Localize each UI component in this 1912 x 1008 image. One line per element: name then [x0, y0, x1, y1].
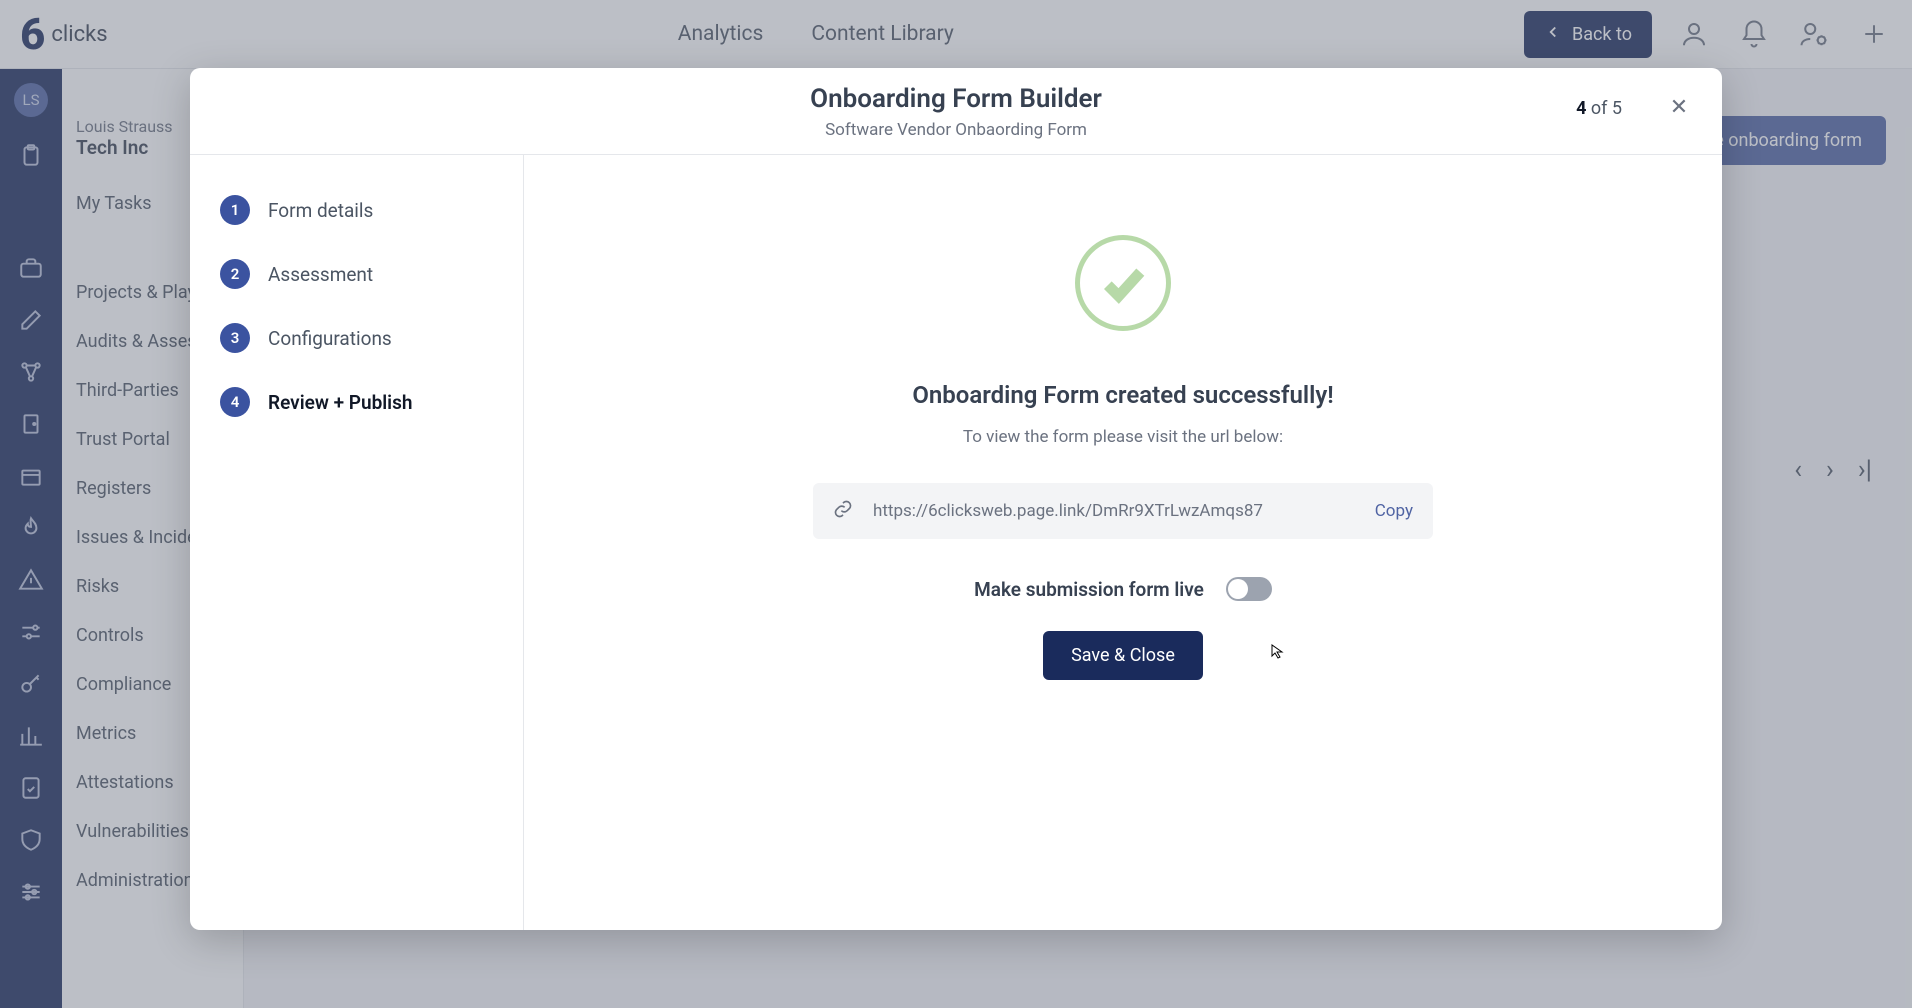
step-form-details[interactable]: 1 Form details	[220, 195, 493, 225]
step-counter: 4 of 5	[1576, 98, 1622, 119]
step-current: 4	[1576, 98, 1586, 119]
step-review-publish[interactable]: 4 Review + Publish	[220, 387, 493, 417]
success-check-icon	[1075, 235, 1171, 331]
link-icon	[833, 499, 853, 523]
form-url: https://6clicksweb.page.link/DmRr9XTrLwz…	[873, 501, 1355, 521]
step-list: 1 Form details 2 Assessment 3 Configurat…	[190, 155, 524, 930]
step-sep: of	[1586, 98, 1611, 119]
step-configurations[interactable]: 3 Configurations	[220, 323, 493, 353]
copy-button[interactable]: Copy	[1375, 501, 1413, 521]
modal-title: Onboarding Form Builder	[220, 84, 1692, 114]
step-number: 3	[220, 323, 250, 353]
step-number: 1	[220, 195, 250, 225]
step-number: 2	[220, 259, 250, 289]
close-icon[interactable]: ✕	[1666, 94, 1692, 120]
step-label: Review + Publish	[268, 391, 413, 414]
live-toggle[interactable]	[1226, 577, 1272, 601]
success-subtext: To view the form please visit the url be…	[963, 427, 1283, 447]
step-label: Assessment	[268, 263, 373, 286]
live-toggle-row: Make submission form live	[974, 577, 1272, 601]
step-label: Configurations	[268, 327, 392, 350]
onboarding-form-builder-modal: Onboarding Form Builder Software Vendor …	[190, 68, 1722, 930]
step-number: 4	[220, 387, 250, 417]
modal-content: Onboarding Form created successfully! To…	[524, 155, 1722, 930]
save-close-button[interactable]: Save & Close	[1043, 631, 1203, 680]
save-close-label: Save & Close	[1071, 645, 1175, 666]
step-label: Form details	[268, 199, 373, 222]
live-toggle-label: Make submission form live	[974, 578, 1204, 601]
modal-subtitle: Software Vendor Onbaording Form	[220, 120, 1692, 140]
modal-header: Onboarding Form Builder Software Vendor …	[190, 68, 1722, 155]
success-title: Onboarding Form created successfully!	[912, 381, 1333, 409]
step-total: 5	[1612, 98, 1622, 119]
url-box: https://6clicksweb.page.link/DmRr9XTrLwz…	[813, 483, 1433, 539]
step-assessment[interactable]: 2 Assessment	[220, 259, 493, 289]
